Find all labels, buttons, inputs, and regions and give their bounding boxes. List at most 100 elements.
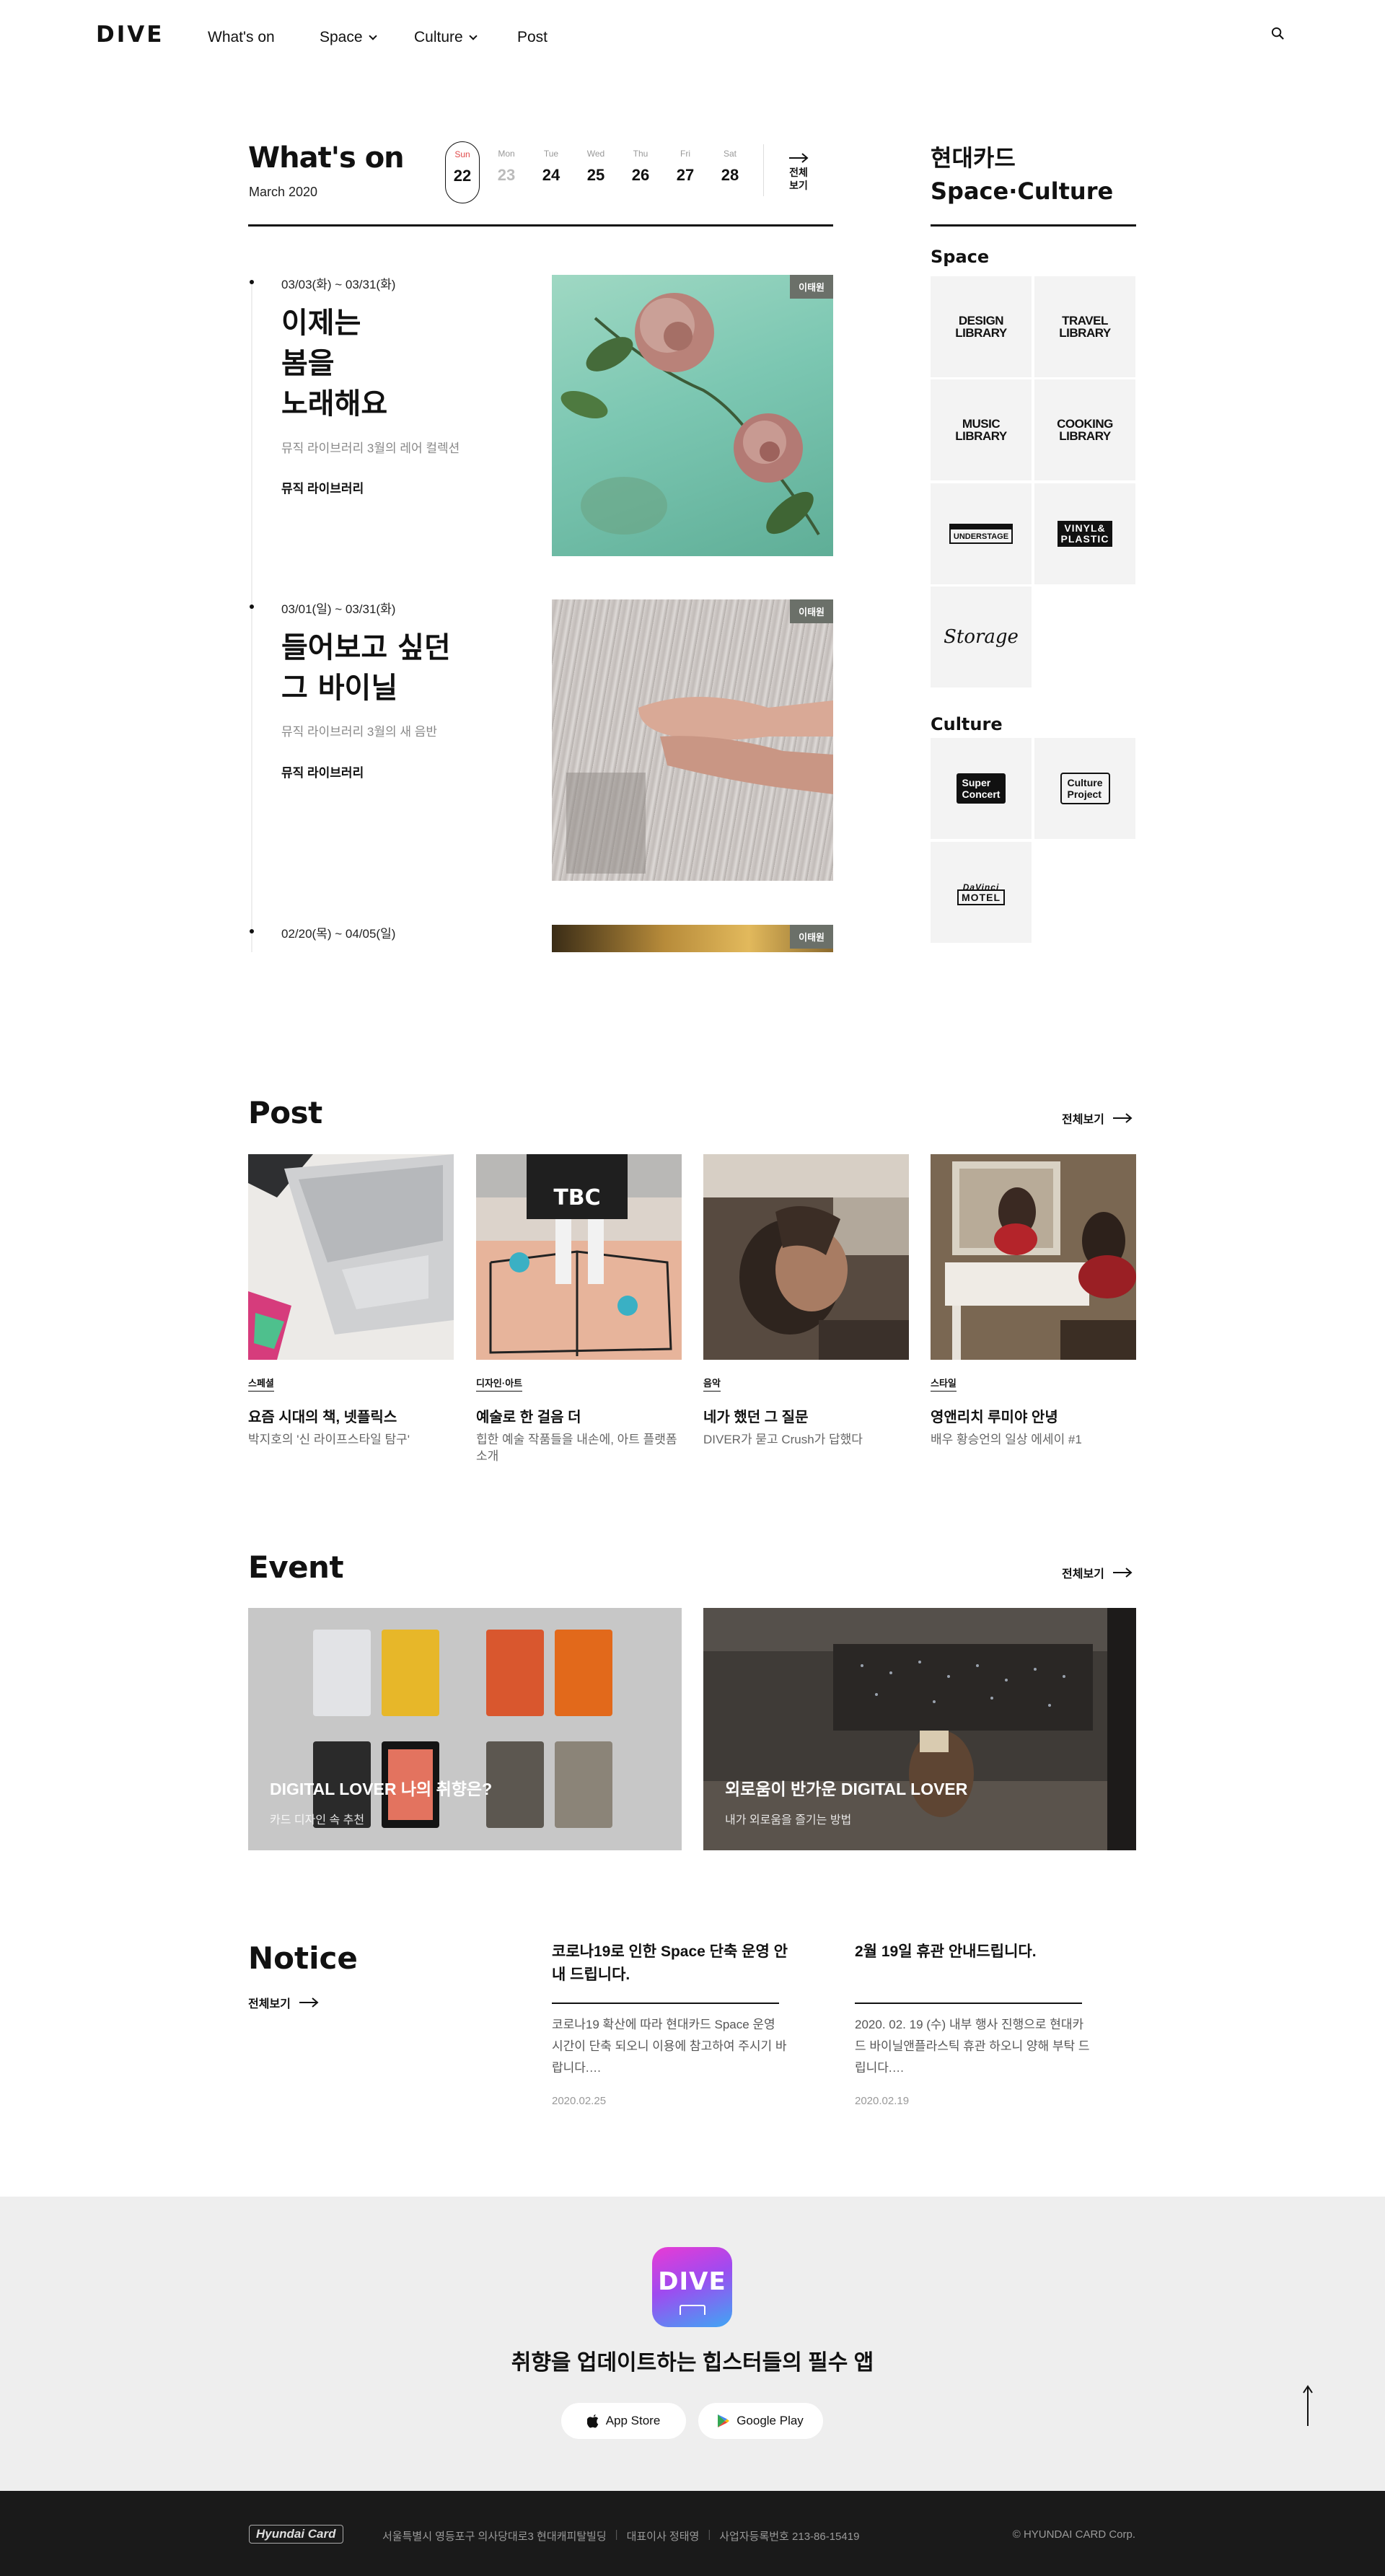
- dive-app-icon: DIVE: [652, 2247, 732, 2327]
- culture-super-concert[interactable]: Super Concert: [931, 738, 1032, 839]
- event-title: 들어보고 싶던 그 바이닐: [281, 631, 451, 705]
- day-thu[interactable]: Thu 26: [623, 149, 658, 185]
- day-name: Wed: [586, 149, 605, 159]
- event-title-link[interactable]: 들어보고 싶던 그 바이닐: [281, 628, 451, 708]
- nav-label: Culture: [414, 29, 463, 45]
- nav-post[interactable]: Post: [517, 29, 548, 46]
- day-tue[interactable]: Tue 24: [534, 149, 568, 185]
- event-category[interactable]: 뮤직 라이브러리: [281, 762, 364, 781]
- logo[interactable]: DIVE: [96, 22, 164, 48]
- event-category[interactable]: 뮤직 라이브러리: [281, 478, 364, 496]
- day-name: Sat: [723, 149, 737, 159]
- space-travel-library[interactable]: TRAVEL LIBRARY: [1034, 276, 1135, 377]
- view-all-label: 전체: [789, 167, 808, 178]
- day-fri[interactable]: Fri 27: [668, 149, 703, 185]
- nav-space[interactable]: Space: [320, 29, 377, 46]
- whats-on-title: What's on: [248, 141, 405, 175]
- post-category[interactable]: 음악: [703, 1376, 721, 1392]
- arrow-up-icon: [1303, 2385, 1313, 2426]
- notice-view-all-button[interactable]: 전체보기: [248, 1994, 320, 2011]
- space-logo-text: MUSIC LIBRARY: [955, 417, 1007, 443]
- copyright: © HYUNDAI CARD Corp.: [1012, 2528, 1135, 2541]
- space-understage[interactable]: UNDERSTAGE: [931, 483, 1032, 584]
- post-category[interactable]: 스타일: [931, 1376, 957, 1392]
- event-title-link[interactable]: 이제는 봄을 노래해요: [281, 303, 387, 424]
- nav-whats-on[interactable]: What's on: [208, 29, 275, 46]
- notice-title[interactable]: 코로나19로 인한 Space 단축 운영 안내 드립니다.: [552, 1940, 790, 1987]
- event-title: 이제는 봄을 노래해요: [281, 307, 388, 421]
- post-desc: DIVER가 묻고 Crush가 답했다: [703, 1433, 863, 1446]
- app-icon-text: DIVE: [658, 2267, 726, 2296]
- whats-on-view-all-button[interactable]: 전체 보기: [788, 153, 809, 192]
- search-icon[interactable]: [1271, 27, 1285, 40]
- space-cooking-library[interactable]: COOKING LIBRARY: [1034, 379, 1135, 480]
- post-title[interactable]: 요즘 시대의 책, 넷플릭스: [248, 1405, 397, 1426]
- post-title[interactable]: 네가 했던 그 질문: [703, 1405, 808, 1426]
- view-all-label: 보기: [789, 180, 808, 191]
- separator: |: [615, 2528, 618, 2541]
- day-wed[interactable]: Wed 25: [579, 149, 613, 185]
- culture-davinci-motel[interactable]: DaVinci MOTEL: [931, 842, 1032, 943]
- space-storage[interactable]: Storage: [931, 586, 1032, 687]
- day-name: Fri: [680, 149, 690, 159]
- notice-title[interactable]: 2월 19일 휴관 안내드립니다.: [855, 1940, 1093, 1964]
- company-biz-no: 사업자등록번호 213-86-15419: [719, 2531, 860, 2543]
- google-play-button[interactable]: Google Play: [698, 2403, 823, 2439]
- event-image[interactable]: 이태원: [552, 925, 833, 952]
- hyundai-card-logo[interactable]: Hyundai Card: [249, 2525, 343, 2544]
- event-card[interactable]: 외로움이 반가운 DIGITAL LOVER 내가 외로움을 즐기는 방법: [703, 1608, 1136, 1850]
- divider: [552, 2003, 779, 2004]
- vanity-mirror-illustration: [931, 1154, 1136, 1360]
- culture-project[interactable]: Culture Project: [1034, 738, 1135, 839]
- day-sun[interactable]: Sun 22: [445, 141, 480, 203]
- app-store-button[interactable]: App Store: [561, 2403, 686, 2439]
- event-text: DIGITAL LOVER 나의 취향은? 카드 디자인 속 추천: [270, 1775, 492, 1827]
- post-section-title: Post: [248, 1095, 322, 1130]
- view-all-label: 전체보기: [1062, 1114, 1104, 1126]
- post-image[interactable]: [703, 1154, 909, 1360]
- space-heading: Space: [931, 247, 990, 267]
- space-logo-text: TRAVEL LIBRARY: [1059, 314, 1111, 340]
- post-desc: 힙한 예술 작품들을 내손에, 아트 플랫폼 소개: [476, 1433, 677, 1463]
- post-category[interactable]: 디자인·아트: [476, 1376, 523, 1392]
- post-image[interactable]: TBC: [476, 1154, 682, 1360]
- footer: Hyundai Card 서울특별시 영등포구 의사당대로3 현대캐피탈빌딩 |…: [0, 2491, 1385, 2576]
- space-vinyl-plastic[interactable]: VINYL& PLASTIC: [1034, 483, 1135, 584]
- event-image[interactable]: 이태원: [552, 275, 833, 556]
- nav-culture[interactable]: Culture: [414, 29, 478, 46]
- chevron-down-icon: [368, 32, 377, 40]
- day-date: 24: [542, 166, 560, 184]
- notice-date: 2020.02.25: [552, 2095, 607, 2107]
- space-music-library[interactable]: MUSIC LIBRARY: [931, 379, 1032, 480]
- understage-logo: UNDERSTAGE: [949, 524, 1014, 544]
- event-image[interactable]: 이태원: [552, 599, 833, 881]
- post-view-all-button[interactable]: 전체보기: [1062, 1109, 1133, 1127]
- post-category[interactable]: 스페셜: [248, 1376, 274, 1392]
- day-date: 28: [721, 166, 739, 184]
- post-title[interactable]: 영앤리치 루미야 안녕: [931, 1405, 1058, 1426]
- company-address: 서울특별시 영등포구 의사당대로3 현대캐피탈빌딩: [382, 2531, 607, 2543]
- post-image[interactable]: [248, 1154, 454, 1360]
- event-section-title: Event: [248, 1549, 344, 1585]
- space-design-library[interactable]: DESIGN LIBRARY: [931, 276, 1032, 377]
- event-card-desc: 내가 외로움을 즐기는 방법: [725, 1814, 852, 1827]
- vinyl-plastic-logo: VINYL& PLASTIC: [1057, 521, 1113, 547]
- divider: [248, 224, 833, 227]
- arrow-right-icon: [299, 1997, 319, 2008]
- svg-text:TBC: TBC: [553, 1185, 600, 1210]
- post-title[interactable]: 예술로 한 걸음 더: [476, 1405, 581, 1426]
- art-illustration: TBC: [476, 1154, 682, 1360]
- event-text: 외로움이 반가운 DIGITAL LOVER 내가 외로움을 즐기는 방법: [725, 1775, 967, 1827]
- timeline-dot: [250, 605, 254, 609]
- event-card[interactable]: DIGITAL LOVER 나의 취향은? 카드 디자인 속 추천: [248, 1608, 682, 1850]
- event-view-all-button[interactable]: 전체보기: [1062, 1564, 1133, 1581]
- storage-logo: Storage: [944, 626, 1019, 648]
- day-sat[interactable]: Sat 28: [713, 149, 747, 185]
- location-badge: 이태원: [790, 599, 833, 623]
- app-store-label: App Store: [605, 2414, 661, 2427]
- day-mon[interactable]: Mon 23: [489, 149, 524, 185]
- scroll-to-top-button[interactable]: [1302, 2384, 1314, 2431]
- separator: |: [708, 2528, 711, 2541]
- post-image[interactable]: [931, 1154, 1136, 1360]
- divider: [763, 144, 764, 196]
